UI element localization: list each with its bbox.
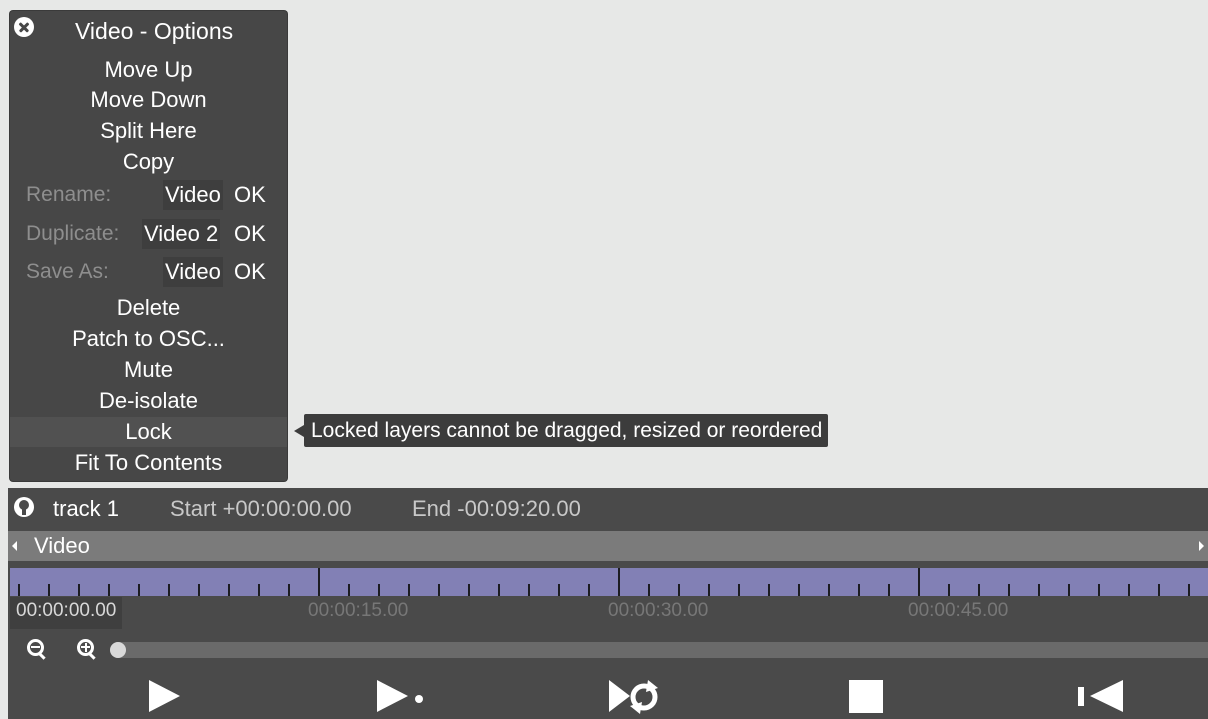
ruler-tick: [888, 584, 890, 596]
duplicate-field[interactable]: Video 2: [142, 219, 221, 249]
track-end-time: End -00:09:20.00: [412, 496, 581, 521]
track-name: track 1: [53, 496, 120, 521]
ruler-tick: [408, 584, 410, 596]
ruler-tick: [588, 584, 590, 596]
rename-row: Rename: Video OK: [10, 178, 287, 212]
ruler-tick: [618, 568, 620, 596]
ruler-tick: [258, 584, 260, 596]
duplicate-ok-button[interactable]: OK: [234, 219, 266, 249]
layer-right-arrow-icon[interactable]: [1199, 541, 1204, 551]
ruler-tick: [1158, 584, 1160, 596]
rename-ok-button[interactable]: OK: [234, 180, 266, 210]
ruler-tick: [858, 584, 860, 596]
ruler-tick: [468, 584, 470, 596]
timecode-label: 00:00:45.00: [908, 600, 1009, 621]
save-as-row: Save As: Video OK: [10, 255, 287, 289]
zoom-in-icon[interactable]: [77, 639, 97, 660]
loop-button[interactable]: [608, 678, 662, 714]
copy-item[interactable]: Copy: [10, 147, 287, 177]
ruler-tick: [78, 584, 80, 596]
ruler-tick: [1068, 584, 1070, 596]
fit-to-contents-item[interactable]: Fit To Contents: [10, 448, 287, 478]
play-icon: [149, 680, 180, 712]
track-start-time: Start +00:00:00.00: [170, 496, 352, 521]
timecode-label: 00:00:15.00: [308, 600, 409, 621]
ruler-tick: [948, 584, 950, 596]
ruler-tick: [738, 584, 740, 596]
ruler-tick: [348, 584, 350, 596]
ruler-tick: [978, 584, 980, 596]
timecode-label: 00:00:30.00: [608, 600, 709, 621]
ruler-tick: [198, 584, 200, 596]
ruler-tick: [168, 584, 170, 596]
zoom-slider-knob[interactable]: [110, 642, 126, 658]
ruler-tick: [528, 584, 530, 596]
ruler-tick: [648, 584, 650, 596]
ruler-tick: [798, 584, 800, 596]
video-options-menu: Video - Options Move Up Move Down Split …: [10, 11, 287, 481]
ruler-tick: [1038, 584, 1040, 596]
play-button[interactable]: [146, 678, 182, 714]
mute-item[interactable]: Mute: [10, 355, 287, 385]
timeline-ruler[interactable]: [10, 568, 1208, 596]
ruler-tick: [918, 568, 920, 596]
delete-item[interactable]: Delete: [10, 293, 287, 323]
ruler-tick: [438, 584, 440, 596]
ruler-tick: [1128, 584, 1130, 596]
duplicate-row: Duplicate: Video 2 OK: [10, 217, 287, 251]
track-panel: track 1 Start +00:00:00.00 End -00:09:20…: [8, 488, 1208, 719]
ruler-tick: [48, 584, 50, 596]
stop-icon: [849, 680, 883, 713]
play-next-icon: [377, 680, 423, 712]
deisolate-item[interactable]: De-isolate: [10, 386, 287, 416]
ruler-tick: [288, 584, 290, 596]
ruler-tick: [138, 584, 140, 596]
patch-to-osc-item[interactable]: Patch to OSC...: [10, 324, 287, 354]
ruler-tick: [828, 584, 830, 596]
current-timecode: 00:00:00.00: [10, 597, 123, 629]
duplicate-label: Duplicate:: [26, 222, 120, 245]
save-as-label: Save As:: [26, 260, 109, 283]
location-pin-icon[interactable]: [14, 497, 34, 517]
ruler-tick: [708, 584, 710, 596]
rename-field[interactable]: Video: [163, 180, 223, 210]
ruler-tick: [228, 584, 230, 596]
skip-to-start-icon: [1078, 680, 1123, 712]
ruler-tick: [558, 584, 560, 596]
rename-label: Rename:: [26, 183, 112, 206]
loop-icon: [609, 680, 658, 714]
ruler-tick: [18, 584, 20, 596]
layer-name: Video: [34, 533, 90, 558]
ruler-tick: [1008, 584, 1010, 596]
ruler-tick: [378, 584, 380, 596]
ruler-tick: [318, 568, 320, 596]
close-icon[interactable]: [14, 17, 34, 37]
ruler-tick: [768, 584, 770, 596]
video-layer-bar[interactable]: Video: [8, 531, 1208, 561]
move-down-item[interactable]: Move Down: [10, 85, 287, 115]
zoom-slider[interactable]: [110, 642, 1208, 658]
move-up-item[interactable]: Move Up: [10, 55, 287, 85]
ruler-tick: [1098, 584, 1100, 596]
ruler-tick: [1188, 584, 1190, 596]
lock-tooltip: Locked layers cannot be dragged, resized…: [293, 414, 829, 447]
ruler-tick: [498, 584, 500, 596]
stop-button[interactable]: [848, 678, 884, 714]
lock-item[interactable]: Lock: [10, 417, 287, 447]
skip-to-start-button[interactable]: [1076, 678, 1126, 714]
layer-left-arrow-icon[interactable]: [12, 541, 17, 551]
save-as-field[interactable]: Video: [163, 257, 223, 287]
play-next-button[interactable]: [375, 678, 427, 714]
ruler-tick: [108, 584, 110, 596]
ruler-tick: [678, 584, 680, 596]
save-as-ok-button[interactable]: OK: [234, 257, 266, 287]
zoom-out-icon[interactable]: [27, 639, 47, 660]
split-here-item[interactable]: Split Here: [10, 116, 287, 146]
menu-title: Video - Options: [75, 18, 234, 44]
